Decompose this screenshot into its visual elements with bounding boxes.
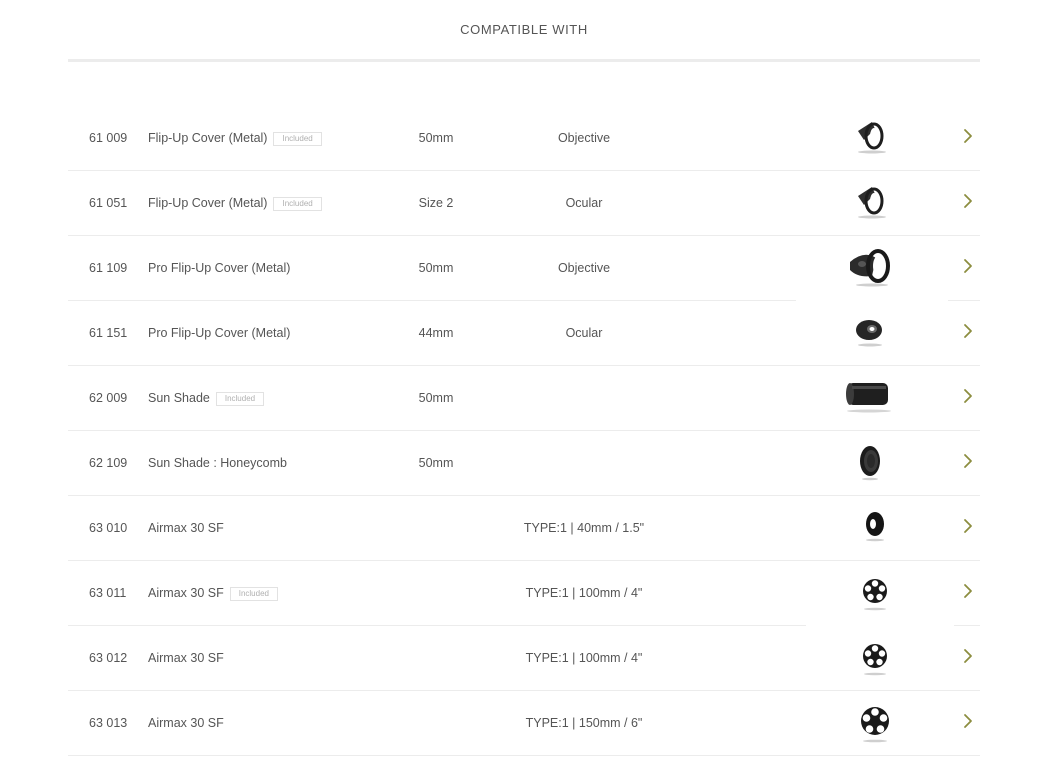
- product-name-cell: Flip-Up Cover (Metal) Included: [148, 171, 322, 235]
- pro-flip-up-cover-small-image[interactable]: [842, 309, 898, 357]
- product-row[interactable]: 61 009 Flip-Up Cover (Metal) Included 50mm O…: [68, 106, 980, 171]
- product-row[interactable]: 61 151 Pro Flip-Up Cover (Metal) 44mm Ocula…: [68, 301, 980, 366]
- chevron-right-icon[interactable]: [962, 193, 974, 209]
- product-row[interactable]: 62 109 Sun Shade : Honeycomb 50mm: [68, 431, 980, 496]
- product-name-cell: Pro Flip-Up Cover (Metal): [148, 301, 290, 365]
- product-position: [504, 431, 664, 495]
- product-code: 61 151: [89, 326, 128, 340]
- product-name[interactable]: Flip-Up Cover (Metal): [148, 196, 267, 210]
- chevron-right-icon[interactable]: [962, 388, 974, 404]
- included-badge: Included: [229, 587, 278, 601]
- product-row[interactable]: 61 051 Flip-Up Cover (Metal) Included Size …: [68, 171, 980, 236]
- product-code: 62 009: [89, 391, 128, 405]
- product-size: [386, 691, 486, 755]
- chevron-right-icon[interactable]: [962, 323, 974, 339]
- product-row[interactable]: 63 011 Airmax 30 SF Included TYPE:1 | 100mm…: [68, 561, 980, 626]
- product-name[interactable]: Airmax 30 SF: [148, 716, 224, 730]
- chevron-right-icon[interactable]: [962, 258, 974, 274]
- flip-up-cover-image[interactable]: [842, 114, 898, 162]
- product-name-cell: Airmax 30 SF Included: [148, 561, 278, 625]
- airmax-wheel-image[interactable]: [842, 634, 898, 682]
- sun-shade-image[interactable]: [842, 374, 898, 422]
- airmax-wheel-large-image[interactable]: [842, 699, 898, 747]
- product-name-cell: Airmax 30 SF: [148, 691, 224, 755]
- chevron-right-icon[interactable]: [962, 518, 974, 534]
- product-name[interactable]: Airmax 30 SF: [148, 651, 224, 665]
- product-row[interactable]: 61 109 Pro Flip-Up Cover (Metal) 50mm Objec…: [68, 236, 980, 301]
- product-code: 63 012: [89, 651, 128, 665]
- product-name-cell: Airmax 30 SF: [148, 626, 224, 690]
- product-code: 63 013: [89, 716, 128, 730]
- product-size: [386, 626, 486, 690]
- product-size: Size 2: [418, 196, 454, 210]
- product-code: 63 011: [89, 586, 127, 600]
- product-code: 61 109: [89, 261, 128, 275]
- product-name-cell: Sun Shade : Honeycomb: [148, 431, 287, 495]
- product-name[interactable]: Flip-Up Cover (Metal): [148, 131, 267, 145]
- airmax-wheel-image[interactable]: [842, 569, 898, 617]
- included-badge: Included: [215, 392, 265, 406]
- included-badge: Included: [273, 197, 322, 211]
- product-row[interactable]: 63 013 Airmax 30 SF TYPE:1 | 150mm / 6": [68, 691, 980, 756]
- product-size: 50mm: [418, 131, 454, 145]
- product-name[interactable]: Pro Flip-Up Cover (Metal): [148, 326, 290, 340]
- product-name-cell: Pro Flip-Up Cover (Metal): [148, 236, 290, 300]
- included-badge: Included: [273, 132, 322, 146]
- product-name[interactable]: Sun Shade : Honeycomb: [148, 456, 287, 470]
- product-position: Objective: [557, 131, 611, 145]
- product-name[interactable]: Airmax 30 SF: [148, 521, 224, 535]
- product-size: [386, 561, 486, 625]
- product-code: 61 009: [89, 131, 128, 145]
- product-code: 61 051: [89, 196, 128, 210]
- product-position: [504, 366, 664, 430]
- chevron-right-icon[interactable]: [962, 583, 974, 599]
- chevron-right-icon[interactable]: [962, 713, 974, 729]
- honeycomb-image[interactable]: [842, 439, 898, 487]
- product-position: TYPE:1 | 100mm / 4": [525, 586, 643, 600]
- product-size: 50mm: [418, 391, 454, 405]
- pro-flip-up-cover-image[interactable]: [842, 244, 898, 292]
- product-position: Objective: [557, 261, 611, 275]
- product-code: 62 109: [89, 456, 128, 470]
- product-position: Ocular: [565, 326, 603, 340]
- product-name[interactable]: Pro Flip-Up Cover (Metal): [148, 261, 290, 275]
- flip-up-cover-image[interactable]: [842, 179, 898, 227]
- product-size: [386, 496, 486, 560]
- product-name-cell: Airmax 30 SF: [148, 496, 224, 560]
- airmax-wheel-solid-image[interactable]: [842, 504, 898, 552]
- chevron-right-icon[interactable]: [962, 648, 974, 664]
- section-title: COMPATIBLE WITH: [460, 22, 588, 37]
- product-code: 63 010: [89, 521, 128, 535]
- product-position: TYPE:1 | 150mm / 6": [525, 716, 643, 730]
- product-size: 44mm: [418, 326, 454, 340]
- product-name[interactable]: Airmax 30 SF: [148, 586, 224, 600]
- product-name[interactable]: Sun Shade: [148, 391, 210, 405]
- product-row[interactable]: 62 009 Sun Shade Included 50mm: [68, 366, 980, 431]
- chevron-right-icon[interactable]: [962, 128, 974, 144]
- product-row[interactable]: 63 012 Airmax 30 SF TYPE:1 | 100mm / 4": [68, 626, 980, 691]
- title-divider: [68, 59, 980, 62]
- product-position: TYPE:1 | 40mm / 1.5": [523, 521, 645, 535]
- product-row[interactable]: 63 010 Airmax 30 SF TYPE:1 | 40mm / 1.5": [68, 496, 980, 561]
- compatible-products-list: 61 009 Flip-Up Cover (Metal) Included 50mm O…: [68, 106, 980, 756]
- product-position: Ocular: [565, 196, 603, 210]
- chevron-right-icon[interactable]: [962, 453, 974, 469]
- product-name-cell: Sun Shade Included: [148, 366, 265, 430]
- product-name-cell: Flip-Up Cover (Metal) Included: [148, 106, 322, 170]
- product-size: 50mm: [418, 456, 454, 470]
- product-size: 50mm: [418, 261, 454, 275]
- product-position: TYPE:1 | 100mm / 4": [525, 651, 643, 665]
